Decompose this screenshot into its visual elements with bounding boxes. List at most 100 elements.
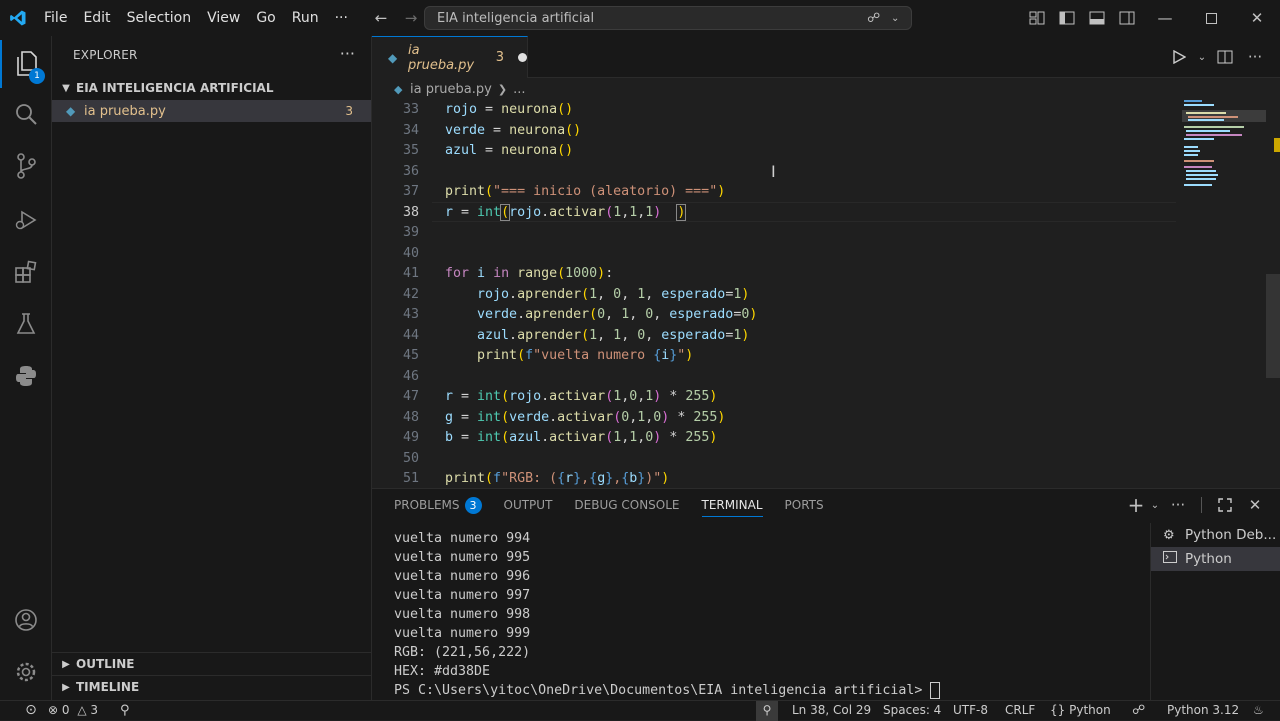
terminal-list: ⚙ Python Deb... Python xyxy=(1150,523,1280,701)
code-line: 44 azul.aprender(1, 1, 0, esperado=1) xyxy=(402,327,750,343)
run-python-file-icon[interactable] xyxy=(1164,39,1194,75)
back-arrow-icon[interactable]: ← xyxy=(366,0,396,36)
editor-tabs: ◆ ia prueba.py 3 xyxy=(372,36,1280,78)
source-control-icon[interactable] xyxy=(0,142,52,190)
explorer-more-button[interactable]: ··· xyxy=(340,44,355,63)
zoom-icon[interactable]: ⚲ xyxy=(756,701,778,721)
encoding[interactable]: UTF-8 xyxy=(953,701,988,721)
breadcrumb-file[interactable]: ia prueba.py xyxy=(410,82,492,97)
new-terminal-plus-icon[interactable]: + xyxy=(1125,489,1147,521)
outline-section-header[interactable]: ▶ OUTLINE xyxy=(52,652,371,675)
terminal-prompt-line[interactable]: PS C:\Users\yitoc\OneDrive\Documentos\EI… xyxy=(394,681,1144,700)
ports-icon[interactable]: ⚲ xyxy=(120,701,130,721)
terminal-line: vuelta numero 996 xyxy=(394,569,531,584)
indentation[interactable]: Spaces: 4 xyxy=(883,701,941,721)
title-bar: File Edit Selection View Go Run ··· ← → … xyxy=(0,0,1280,36)
file-problem-count: 3 xyxy=(345,104,353,118)
problems-status[interactable]: ⊗ 0 △ 3 xyxy=(48,701,98,721)
terminal-line: RGB: (221,56,222) xyxy=(394,645,531,660)
maximize-icon[interactable] xyxy=(1188,0,1234,36)
run-debug-icon[interactable] xyxy=(0,196,52,244)
error-count: 0 xyxy=(61,703,70,717)
tab-problem-count: 3 xyxy=(495,50,505,65)
tab-ia-prueba[interactable]: ◆ ia prueba.py 3 xyxy=(372,36,528,78)
search-icon[interactable] xyxy=(0,90,52,138)
editor-actions: ⌄ ··· xyxy=(1164,36,1280,78)
toggle-secondary-sidebar-icon[interactable] xyxy=(1112,0,1142,36)
code-line: 48 g = int(verde.activar(0,1,0) * 255) xyxy=(402,409,726,425)
tab-ports[interactable]: PORTS xyxy=(785,489,824,521)
workspace-folder-header[interactable]: ▼ EIA INTELIGENCIA ARTIFICIAL xyxy=(52,77,371,99)
terminal-item-python[interactable]: Python xyxy=(1151,547,1280,571)
testing-icon[interactable] xyxy=(0,300,52,348)
account-icon[interactable] xyxy=(0,596,52,644)
remote-icon[interactable]: ⊙ xyxy=(16,701,46,721)
command-center[interactable]: EIA inteligencia artificial ☍ ⌄ xyxy=(424,6,912,30)
minimap[interactable] xyxy=(1182,100,1266,488)
tab-terminal[interactable]: TERMINAL xyxy=(701,489,763,521)
split-editor-icon[interactable] xyxy=(1210,39,1240,75)
error-icon: ⊗ xyxy=(48,703,59,717)
terminal-output[interactable]: vuelta numero 994 vuelta numero 995 vuel… xyxy=(394,529,1144,700)
menu-selection[interactable]: Selection xyxy=(119,0,200,36)
terminal-line: HEX: #dd38DE xyxy=(394,664,491,679)
close-panel-icon[interactable]: ✕ xyxy=(1240,489,1270,521)
python-interpreter[interactable]: Python 3.12 xyxy=(1167,701,1239,721)
chevron-right-icon: ▶ xyxy=(62,658,70,670)
menu-more-button[interactable]: ··· xyxy=(327,0,356,36)
close-window-icon[interactable]: ✕ xyxy=(1234,0,1280,36)
toggle-primary-sidebar-icon[interactable] xyxy=(1052,0,1082,36)
language-mode[interactable]: {} Python xyxy=(1050,701,1111,721)
code-line: 39 xyxy=(402,225,419,240)
breadcrumb: ◆ ia prueba.py ❯ ... xyxy=(372,78,1280,100)
menu-file[interactable]: File xyxy=(36,0,75,36)
copilot-icon[interactable]: ☍ xyxy=(867,11,891,26)
menu-view[interactable]: View xyxy=(199,0,248,36)
terminal-profile-chevron-icon[interactable]: ⌄ xyxy=(1147,489,1163,521)
explorer-activity-icon[interactable]: 1 xyxy=(0,40,52,88)
editor-more-button[interactable]: ··· xyxy=(1240,39,1270,75)
bottom-panel: PROBLEMS 3 OUTPUT DEBUG CONSOLE TERMINAL … xyxy=(372,488,1280,701)
menu-run[interactable]: Run xyxy=(284,0,327,36)
panel-more-button[interactable]: ··· xyxy=(1163,489,1193,521)
overview-ruler-warning xyxy=(1274,138,1280,152)
editor-scrollbar[interactable] xyxy=(1266,274,1280,378)
menu-go[interactable]: Go xyxy=(248,0,283,36)
menu-edit[interactable]: Edit xyxy=(75,0,118,36)
workspace-folder-name: EIA INTELIGENCIA ARTIFICIAL xyxy=(76,81,274,95)
manage-gear-icon[interactable] xyxy=(0,648,52,696)
python-file-icon: ◆ xyxy=(66,104,76,118)
tab-problems[interactable]: PROBLEMS 3 xyxy=(394,489,482,521)
minimize-icon[interactable]: — xyxy=(1142,0,1188,36)
python-icon[interactable] xyxy=(0,352,52,400)
code-line: 34 verde = neurona() xyxy=(402,122,582,138)
maximize-panel-icon[interactable] xyxy=(1210,489,1240,521)
window-controls: — ✕ xyxy=(1022,0,1280,36)
timeline-label: TIMELINE xyxy=(76,680,140,694)
customize-layout-icon[interactable] xyxy=(1022,0,1052,36)
forward-arrow-icon[interactable]: → xyxy=(396,0,426,36)
chevron-down-icon[interactable]: ⌄ xyxy=(891,13,911,24)
tab-output[interactable]: OUTPUT xyxy=(504,489,553,521)
code-line-current: 38 r = int(rojo.activar(1,1,1) ) xyxy=(402,203,687,221)
code-editor[interactable]: 33 rojo = neurona() 34 verde = neurona() 3… xyxy=(372,100,1280,488)
toggle-panel-icon[interactable] xyxy=(1082,0,1112,36)
status-bar: ⊙ ⊗ 0 △ 3 ⚲ ⚲ Ln 38, Col 29 Spaces: 4 UT… xyxy=(0,700,1280,721)
tab-debug-console[interactable]: DEBUG CONSOLE xyxy=(574,489,679,521)
copilot-status-icon[interactable]: ☍ xyxy=(1132,701,1145,721)
unsaved-dot-icon[interactable] xyxy=(518,53,527,62)
outline-label: OUTLINE xyxy=(76,657,135,671)
file-item-ia-prueba[interactable]: ◆ ia prueba.py 3 xyxy=(52,100,371,122)
explorer-title: EXPLORER xyxy=(73,48,138,62)
end-of-line[interactable]: CRLF xyxy=(1005,701,1035,721)
terminal-item-python-debug[interactable]: ⚙ Python Deb... xyxy=(1151,523,1280,547)
terminal-icon xyxy=(1163,551,1179,567)
extensions-icon[interactable] xyxy=(0,248,52,296)
notifications-bell-icon[interactable]: ♨ xyxy=(1253,701,1264,721)
code-line: 40 xyxy=(402,245,419,261)
timeline-section-header[interactable]: ▶ TIMELINE xyxy=(52,675,371,698)
command-center-label: EIA inteligencia artificial xyxy=(437,10,595,26)
run-options-chevron-icon[interactable]: ⌄ xyxy=(1194,39,1210,75)
breadcrumb-symbols[interactable]: ... xyxy=(513,82,525,97)
cursor-position[interactable]: Ln 38, Col 29 xyxy=(792,701,871,721)
